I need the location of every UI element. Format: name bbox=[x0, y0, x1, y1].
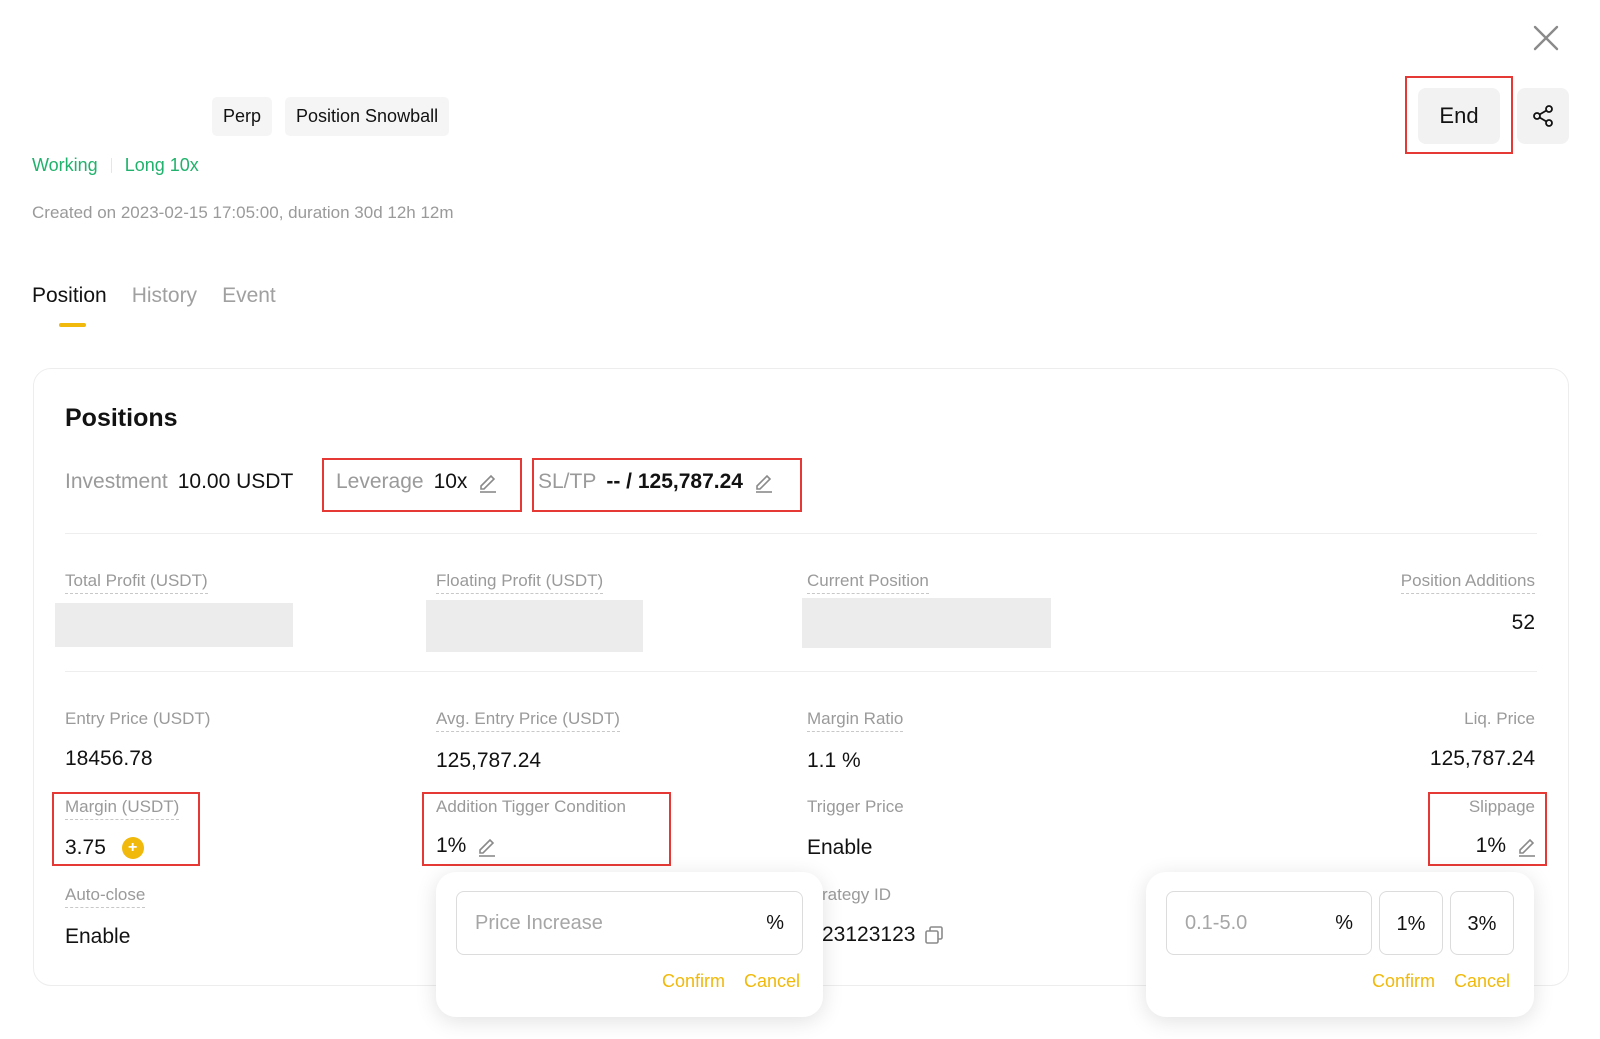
divider-middle bbox=[65, 671, 1537, 672]
addition-trigger-popup: Price Increase % Confirm Cancel bbox=[436, 872, 823, 1017]
floating-profit-value-redacted bbox=[426, 600, 643, 652]
slippage-value: 1% bbox=[1475, 834, 1506, 857]
trigger-price-label: Trigger Price bbox=[807, 797, 904, 816]
created-info: Created on 2023-02-15 17:05:00, duration… bbox=[32, 203, 454, 222]
avg-entry-price-value: 125,787.24 bbox=[436, 749, 542, 772]
slippage-popup: 0.1-5.0 % 1% 3% Confirm Cancel bbox=[1146, 872, 1534, 1017]
leverage-field: Leverage 10x bbox=[336, 470, 499, 494]
investment-field: Investment 10.00 USDT bbox=[65, 470, 293, 494]
tab-active-indicator bbox=[59, 323, 86, 327]
total-profit-label: Total Profit (USDT) bbox=[65, 571, 208, 594]
cancel-slippage-button[interactable]: Cancel bbox=[1454, 971, 1510, 992]
tag-perp: Perp bbox=[212, 97, 273, 136]
current-position-value-redacted bbox=[802, 598, 1051, 648]
sltp-value: -- / 125,787.24 bbox=[606, 470, 743, 493]
tab-bar: Position History Event bbox=[32, 284, 276, 308]
confirm-trigger-button[interactable]: Confirm bbox=[662, 971, 725, 992]
edit-slippage-icon[interactable] bbox=[1516, 835, 1538, 857]
positions-title: Positions bbox=[65, 404, 178, 432]
price-increase-input[interactable]: Price Increase % bbox=[456, 891, 803, 955]
direction-badge: Long 10x bbox=[124, 155, 199, 175]
position-additions-label: Position Additions bbox=[1400, 571, 1535, 594]
margin-ratio-value: 1.1 % bbox=[807, 749, 861, 772]
floating-profit-label: Floating Profit (USDT) bbox=[436, 571, 604, 594]
close-icon bbox=[1533, 25, 1559, 51]
entry-price-label: Entry Price (USDT) bbox=[65, 709, 211, 728]
investment-value: 10.00 USDT bbox=[177, 470, 294, 493]
percent-unit: % bbox=[766, 911, 784, 934]
strategy-id-value-group: 23123123 bbox=[822, 923, 945, 947]
addition-trigger-value-group: 1% bbox=[436, 834, 498, 858]
tab-position[interactable]: Position bbox=[32, 284, 107, 308]
edit-sltp-icon[interactable] bbox=[753, 471, 775, 493]
leverage-label: Leverage bbox=[336, 470, 424, 493]
margin-ratio-label: Margin Ratio bbox=[807, 709, 904, 732]
cancel-trigger-button[interactable]: Cancel bbox=[744, 971, 800, 992]
status-divider bbox=[110, 158, 112, 173]
entry-price-value: 18456.78 bbox=[65, 747, 153, 770]
status-line: Working Long 10x bbox=[32, 155, 199, 176]
addition-trigger-label: Addition Tigger Condition bbox=[436, 797, 626, 816]
margin-label: Margin (USDT) bbox=[65, 797, 180, 820]
slippage-chip-3[interactable]: 3% bbox=[1450, 891, 1514, 955]
margin-value: 3.75 bbox=[65, 836, 106, 859]
strategy-id-label: rategy ID bbox=[822, 885, 891, 904]
slippage-placeholder: 0.1-5.0 bbox=[1185, 911, 1248, 934]
price-increase-placeholder: Price Increase bbox=[475, 911, 603, 934]
tag-position-snowball: Position Snowball bbox=[285, 97, 450, 136]
investment-label: Investment bbox=[65, 470, 168, 493]
leverage-value: 10x bbox=[433, 470, 468, 493]
end-button[interactable]: End bbox=[1418, 88, 1500, 144]
avg-entry-price-label: Avg. Entry Price (USDT) bbox=[436, 709, 620, 732]
slippage-value-group: 1% bbox=[1476, 834, 1538, 858]
margin-value-group: 3.75 + bbox=[65, 836, 144, 860]
total-profit-value-redacted bbox=[55, 603, 293, 647]
share-button[interactable] bbox=[1517, 88, 1569, 144]
add-margin-icon[interactable]: + bbox=[121, 837, 144, 860]
divider-top bbox=[65, 533, 1537, 534]
copy-icon[interactable] bbox=[923, 924, 945, 946]
edit-leverage-icon[interactable] bbox=[477, 471, 499, 493]
slippage-input[interactable]: 0.1-5.0 % bbox=[1166, 891, 1372, 955]
edit-addition-trigger-icon[interactable] bbox=[476, 835, 498, 857]
close-button[interactable] bbox=[1530, 22, 1562, 54]
confirm-slippage-button[interactable]: Confirm bbox=[1372, 971, 1435, 992]
auto-close-label: Auto-close bbox=[65, 885, 146, 908]
share-icon bbox=[1533, 105, 1553, 127]
position-additions-value: 52 bbox=[1511, 611, 1535, 634]
sltp-label: SL/TP bbox=[538, 470, 597, 493]
tab-event[interactable]: Event bbox=[222, 284, 276, 308]
addition-trigger-value: 1% bbox=[436, 834, 467, 857]
slippage-chip-1[interactable]: 1% bbox=[1379, 891, 1443, 955]
slippage-percent-unit: % bbox=[1335, 911, 1353, 934]
trigger-price-value: Enable bbox=[807, 836, 873, 859]
auto-close-value: Enable bbox=[65, 925, 131, 948]
current-position-label: Current Position bbox=[807, 571, 929, 594]
strategy-id-value: 23123123 bbox=[822, 923, 916, 946]
sltp-field: SL/TP -- / 125,787.24 bbox=[538, 470, 775, 494]
liq-price-label: Liq. Price bbox=[1464, 709, 1535, 728]
status-badge: Working bbox=[32, 155, 98, 175]
tab-history[interactable]: History bbox=[132, 284, 197, 308]
liq-price-value: 125,787.24 bbox=[1429, 747, 1535, 770]
slippage-label: Slippage bbox=[1468, 797, 1535, 816]
